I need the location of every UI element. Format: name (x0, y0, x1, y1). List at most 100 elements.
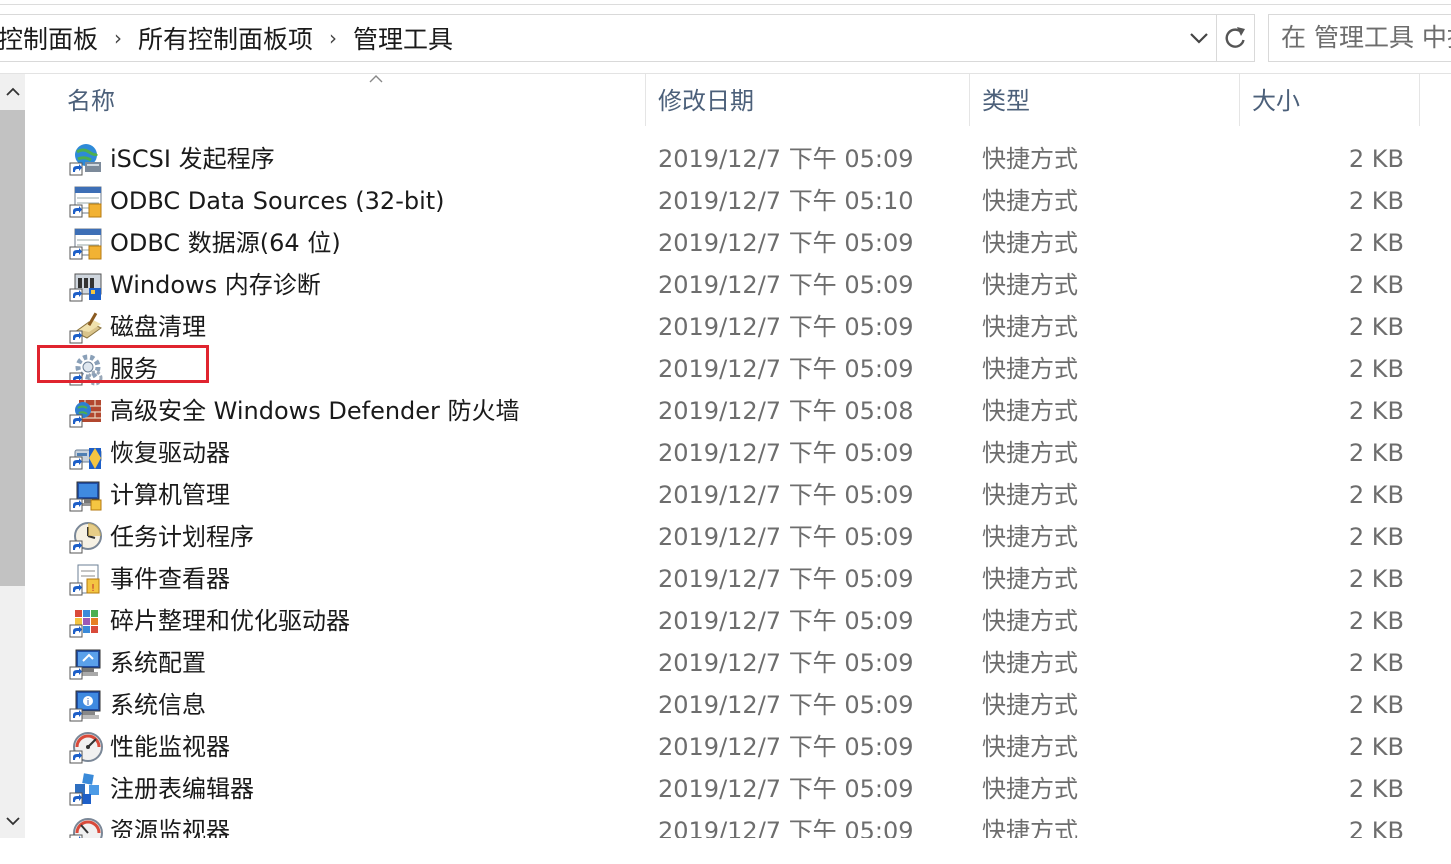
address-divider (1216, 15, 1217, 61)
file-size: 2 KB (1348, 523, 1404, 551)
file-size: 2 KB (1348, 691, 1404, 719)
file-date-modified: 2019/12/7 下午 05:09 (658, 565, 914, 593)
refresh-icon (1225, 27, 1245, 48)
file-row[interactable]: 系统配置 2019/12/7 下午 05:09 快捷方式 2 KB (26, 642, 1451, 684)
breadcrumb-separator-icon[interactable]: › (313, 26, 353, 50)
file-size: 2 KB (1348, 817, 1404, 838)
top-divider (0, 4, 1451, 5)
scroll-up-button[interactable] (0, 74, 25, 108)
file-type: 快捷方式 (982, 271, 1078, 299)
file-row[interactable]: 资源监视器 2019/12/7 下午 05:09 快捷方式 2 KB (26, 810, 1451, 838)
file-name: 注册表编辑器 (110, 775, 254, 803)
column-divider[interactable] (969, 74, 970, 126)
file-size: 2 KB (1348, 145, 1404, 173)
file-size: 2 KB (1348, 439, 1404, 467)
file-type: 快捷方式 (982, 691, 1078, 719)
file-row[interactable]: ODBC Data Sources (32-bit) 2019/12/7 下午 0… (26, 180, 1451, 222)
file-row[interactable]: i 系统信息 2019/12/7 下午 05:09 快捷方式 2 KB (26, 684, 1451, 726)
file-name: 系统信息 (110, 691, 206, 719)
file-name: 性能监视器 (110, 733, 230, 761)
file-size: 2 KB (1348, 481, 1404, 509)
file-type: 快捷方式 (982, 481, 1078, 509)
file-name: ODBC 数据源(64 位) (110, 229, 341, 257)
file-name: 计算机管理 (110, 481, 230, 509)
address-history-button[interactable] (1184, 15, 1214, 61)
column-divider[interactable] (1419, 74, 1420, 126)
address-bar-region: 控制面板 › 所有控制面板项 › 管理工具 在 管理工具 中搜 (0, 0, 1451, 74)
file-row[interactable]: 服务 2019/12/7 下午 05:09 快捷方式 2 KB (26, 348, 1451, 390)
file-date-modified: 2019/12/7 下午 05:09 (658, 733, 914, 761)
breadcrumb: 控制面板 › 所有控制面板项 › 管理工具 (0, 15, 453, 61)
file-date-modified: 2019/12/7 下午 05:09 (658, 313, 914, 341)
file-date-modified: 2019/12/7 下午 05:09 (658, 523, 914, 551)
file-date-modified: 2019/12/7 下午 05:09 (658, 229, 914, 257)
odbc-icon (69, 184, 103, 218)
breadcrumb-item-all-control-panel-items[interactable]: 所有控制面板项 (138, 20, 313, 56)
scroll-down-button[interactable] (0, 804, 25, 838)
file-name: ODBC Data Sources (32-bit) (110, 187, 445, 215)
file-date-modified: 2019/12/7 下午 05:08 (658, 397, 914, 425)
file-row[interactable]: 高级安全 Windows Defender 防火墙 2019/12/7 下午 05… (26, 390, 1451, 432)
system-config-icon (69, 646, 103, 680)
file-row[interactable]: ! 事件查看器 2019/12/7 下午 05:09 快捷方式 2 KB (26, 558, 1451, 600)
column-header-date-modified[interactable]: 修改日期 (658, 74, 754, 126)
file-size: 2 KB (1348, 607, 1404, 635)
file-type: 快捷方式 (982, 229, 1078, 257)
file-size: 2 KB (1348, 229, 1404, 257)
address-bar[interactable]: 控制面板 › 所有控制面板项 › 管理工具 (0, 14, 1255, 62)
search-placeholder: 在 管理工具 中搜 (1281, 23, 1451, 52)
registry-editor-icon (69, 772, 103, 806)
file-date-modified: 2019/12/7 下午 05:09 (658, 607, 914, 635)
scroll-thumb[interactable] (0, 110, 25, 586)
file-row[interactable]: 计算机管理 2019/12/7 下午 05:09 快捷方式 2 KB (26, 474, 1451, 516)
file-name: Windows 内存诊断 (110, 271, 321, 299)
file-name: 磁盘清理 (110, 313, 206, 341)
file-name: 系统配置 (110, 649, 206, 677)
column-header-type[interactable]: 类型 (982, 74, 1030, 126)
file-row[interactable]: Windows 内存诊断 2019/12/7 下午 05:09 快捷方式 2 KB (26, 264, 1451, 306)
svg-text:!: ! (91, 583, 95, 594)
file-type: 快捷方式 (982, 355, 1078, 383)
file-row[interactable]: ODBC 数据源(64 位) 2019/12/7 下午 05:09 快捷方式 2 KB (26, 222, 1451, 264)
column-header-name[interactable]: 名称 (67, 74, 115, 126)
file-type: 快捷方式 (982, 817, 1078, 838)
file-row[interactable]: 注册表编辑器 2019/12/7 下午 05:09 快捷方式 2 KB (26, 768, 1451, 810)
file-row[interactable]: 任务计划程序 2019/12/7 下午 05:09 快捷方式 2 KB (26, 516, 1451, 558)
breadcrumb-separator-icon[interactable]: › (98, 26, 138, 50)
search-input[interactable]: 在 管理工具 中搜 (1268, 14, 1451, 62)
refresh-button[interactable] (1218, 15, 1252, 61)
highlight-annotation-box (37, 345, 209, 383)
file-name: 高级安全 Windows Defender 防火墙 (110, 397, 520, 425)
file-name: 资源监视器 (110, 817, 230, 838)
chevron-up-icon (5, 87, 20, 96)
breadcrumb-item-control-panel[interactable]: 控制面板 (0, 20, 98, 56)
memory-diagnostic-icon (69, 268, 103, 302)
file-type: 快捷方式 (982, 775, 1078, 803)
event-viewer-icon: ! (69, 562, 103, 596)
file-type: 快捷方式 (982, 145, 1078, 173)
file-type: 快捷方式 (982, 523, 1078, 551)
column-header-size[interactable]: 大小 (1252, 74, 1300, 126)
column-headers: 名称 修改日期 类型 大小 (26, 74, 1451, 126)
file-row[interactable]: 性能监视器 2019/12/7 下午 05:09 快捷方式 2 KB (26, 726, 1451, 768)
file-row[interactable]: 恢复驱动器 2019/12/7 下午 05:09 快捷方式 2 KB (26, 432, 1451, 474)
file-size: 2 KB (1348, 397, 1404, 425)
file-size: 2 KB (1348, 355, 1404, 383)
defrag-icon (69, 604, 103, 638)
disk-cleanup-icon (69, 310, 103, 344)
breadcrumb-item-administrative-tools[interactable]: 管理工具 (353, 20, 453, 56)
computer-management-icon (69, 478, 103, 512)
bottom-edge (0, 838, 1451, 864)
chevron-down-icon (5, 816, 20, 825)
file-row[interactable]: iSCSI 发起程序 2019/12/7 下午 05:09 快捷方式 2 KB (26, 138, 1451, 180)
file-name: 事件查看器 (110, 565, 230, 593)
file-size: 2 KB (1348, 565, 1404, 593)
file-row[interactable]: 碎片整理和优化驱动器 2019/12/7 下午 05:09 快捷方式 2 KB (26, 600, 1451, 642)
column-divider[interactable] (645, 74, 646, 126)
file-size: 2 KB (1348, 649, 1404, 677)
file-date-modified: 2019/12/7 下午 05:09 (658, 817, 914, 838)
file-row[interactable]: 磁盘清理 2019/12/7 下午 05:09 快捷方式 2 KB (26, 306, 1451, 348)
column-divider[interactable] (1239, 74, 1240, 126)
file-type: 快捷方式 (982, 397, 1078, 425)
vertical-scrollbar[interactable] (0, 74, 25, 838)
